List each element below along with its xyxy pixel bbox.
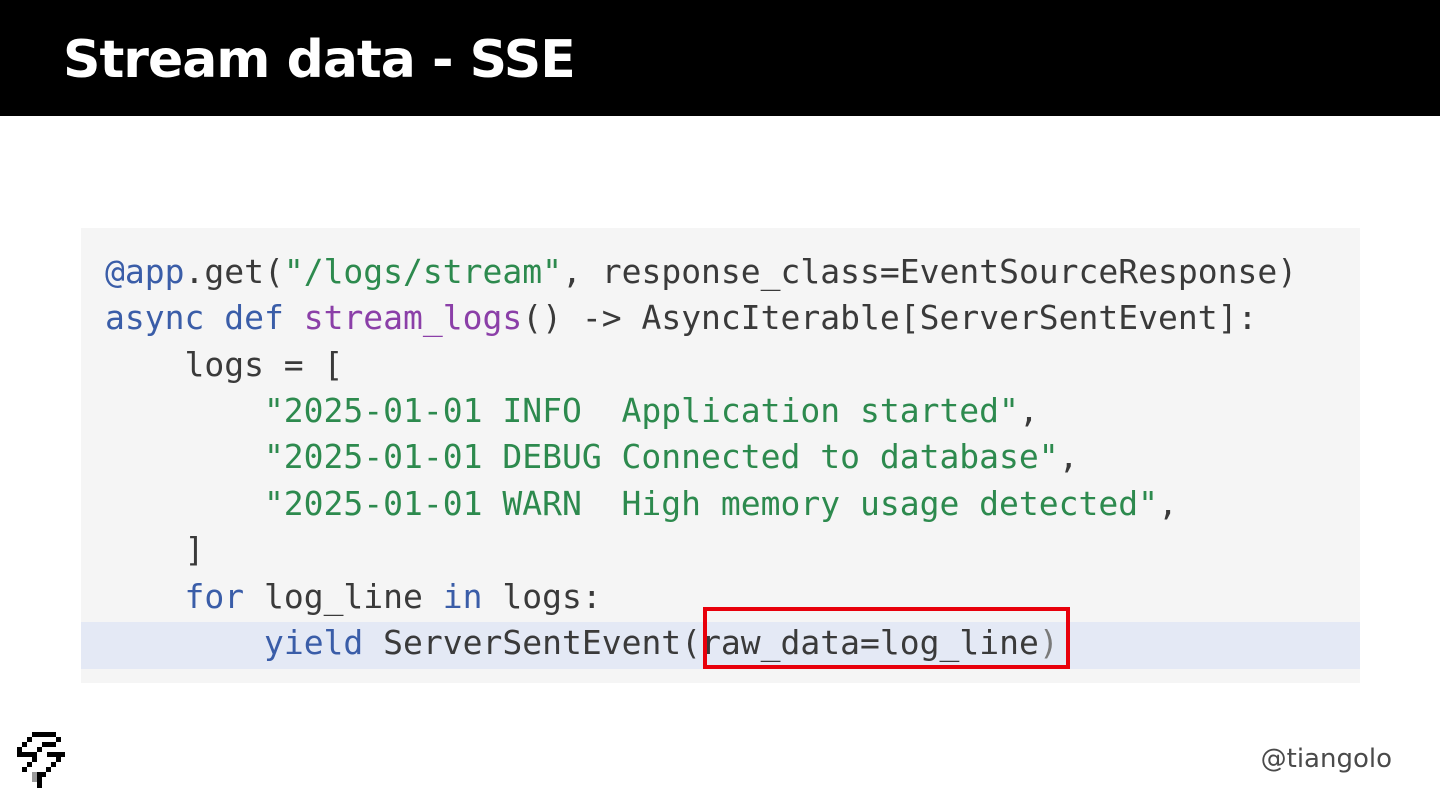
- slide-title: Stream data - SSE: [63, 30, 576, 90]
- code-line-decorator: @app.get("/logs/stream", response_class=…: [105, 249, 1297, 295]
- function-name: stream_logs: [303, 298, 523, 337]
- comma: ,: [1018, 391, 1039, 430]
- code-line-def: async def stream_logs() -> AsyncIterable…: [105, 295, 1257, 341]
- decorator-name: @app: [105, 252, 185, 291]
- log-string-2: "2025-01-01 DEBUG Connected to database": [105, 437, 1059, 476]
- comma: ,: [1158, 484, 1178, 523]
- code-line-logs-open: logs = [: [105, 345, 344, 384]
- log-string-1: "2025-01-01 INFO Application started": [105, 391, 1019, 430]
- for-iterable: logs:: [482, 577, 602, 616]
- code-line-log-3: "2025-01-01 WARN High memory usage detec…: [105, 481, 1178, 527]
- code-line-log-1: "2025-01-01 INFO Application started",: [105, 388, 1039, 434]
- keyword-for: for: [184, 577, 245, 616]
- code-line-for: for log_line in logs:: [105, 574, 602, 620]
- code-line-log-2: "2025-01-01 DEBUG Connected to database"…: [105, 434, 1079, 480]
- keyword-yield: yield: [263, 623, 364, 662]
- author-handle: @tiangolo: [1260, 744, 1392, 774]
- log-string-3: "2025-01-01 WARN High memory usage detec…: [105, 484, 1158, 523]
- keyword-in: in: [442, 577, 483, 616]
- keyword-async: async: [105, 298, 205, 337]
- fastapi-pixel-logo-icon: [14, 730, 68, 790]
- decorator-rest: , response_class=EventSourceResponse): [561, 252, 1298, 291]
- yield-call: ServerSentEvent(: [363, 623, 702, 662]
- keyword-def: def: [224, 298, 284, 337]
- highlight-box-raw-data: [703, 607, 1070, 669]
- decorator-call: .get(: [184, 252, 284, 291]
- for-variable: log_line: [244, 577, 443, 616]
- function-signature: () -> AsyncIterable[ServerSentEvent]:: [522, 298, 1258, 337]
- comma: ,: [1058, 437, 1079, 476]
- title-bar: Stream data - SSE: [0, 0, 1440, 116]
- decorator-path: "/logs/stream": [283, 252, 562, 291]
- code-line-logs-close: ]: [105, 530, 205, 569]
